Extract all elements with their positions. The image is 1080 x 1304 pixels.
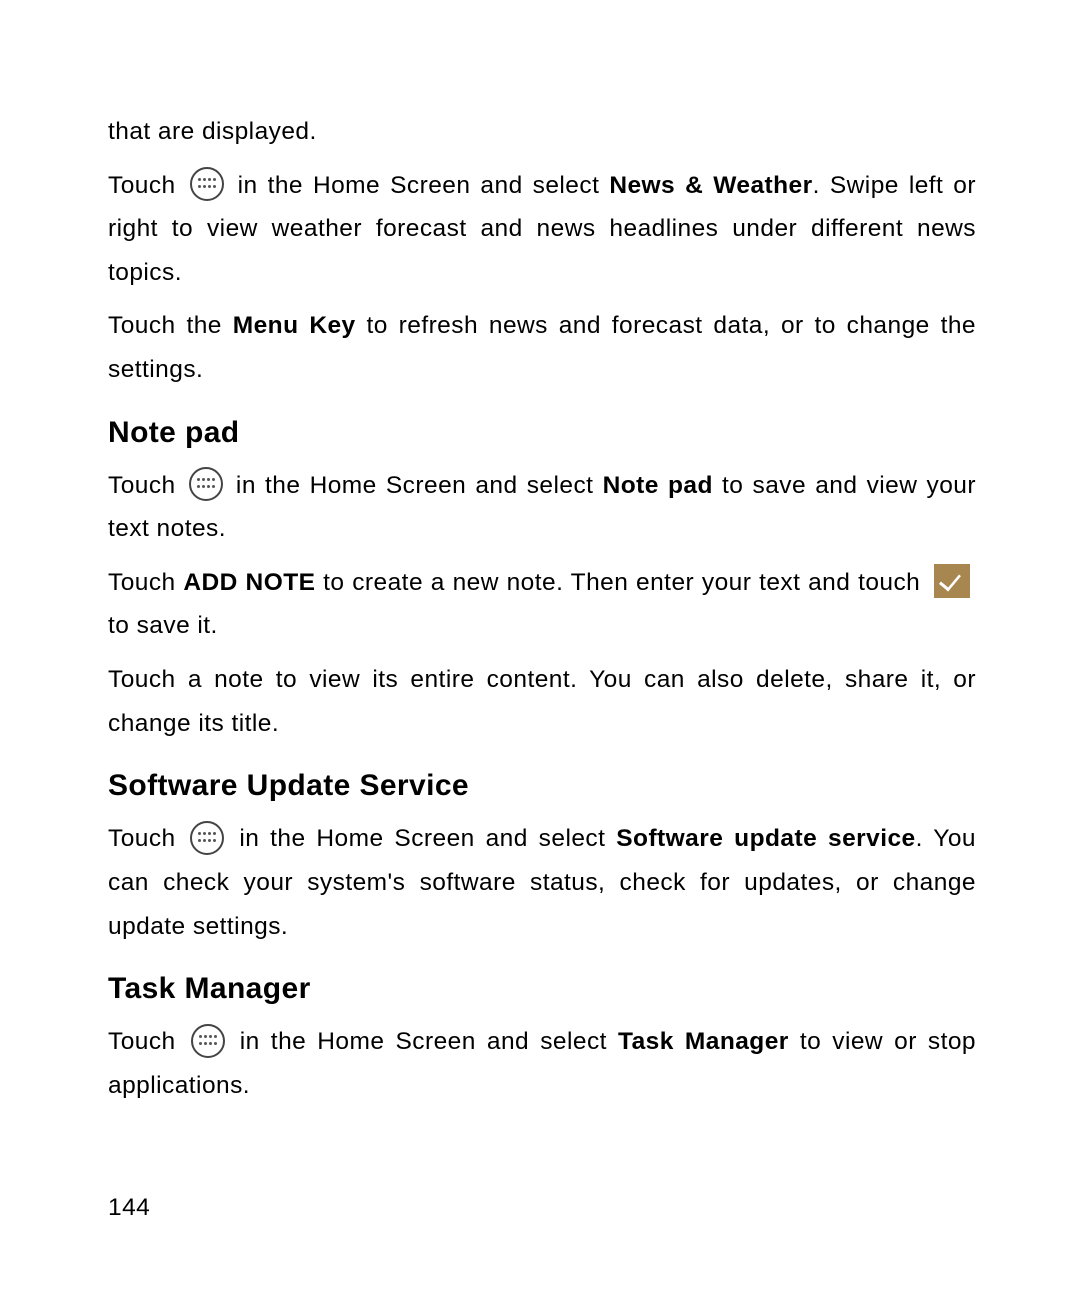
menu-key-label: Menu Key	[233, 312, 356, 339]
app-name-news-weather: News & Weather	[609, 172, 812, 199]
text-fragment: Touch	[108, 1028, 187, 1055]
heading-software-update: Software Update Service	[108, 769, 976, 803]
tm-paragraph-1: Touch in the Home Screen and select Task…	[108, 1020, 976, 1107]
sus-paragraph-1: Touch in the Home Screen and select Soft…	[108, 817, 976, 948]
text-fragment: Touch	[108, 569, 183, 596]
text-fragment: in the Home Screen and select	[228, 172, 610, 199]
notepad-paragraph-1: Touch in the Home Screen and select Note…	[108, 464, 976, 551]
apps-grid-icon	[190, 821, 224, 855]
text-fragment: in the Home Screen and select	[227, 472, 603, 499]
add-note-label: ADD NOTE	[183, 569, 315, 596]
app-name-task-manager: Task Manager	[618, 1028, 789, 1055]
text-fragment: to create a new note. Then enter your te…	[315, 569, 928, 596]
text-fragment: Touch	[108, 172, 186, 199]
heading-task-manager: Task Manager	[108, 972, 976, 1006]
app-name-notepad: Note pad	[603, 472, 713, 499]
heading-notepad: Note pad	[108, 416, 976, 450]
apps-grid-icon	[189, 467, 223, 501]
notepad-paragraph-3: Touch a note to view its entire content.…	[108, 658, 976, 745]
text-fragment: in the Home Screen and select	[228, 825, 616, 852]
text-fragment: to save it.	[108, 612, 218, 639]
text-fragment: in the Home Screen and select	[229, 1028, 618, 1055]
intro-paragraph-1: Touch in the Home Screen and select News…	[108, 164, 976, 295]
text-fragment: Touch	[108, 472, 185, 499]
intro-paragraph-2: Touch the Menu Key to refresh news and f…	[108, 304, 976, 391]
checkmark-save-icon	[934, 564, 970, 598]
text-fragment: Touch	[108, 825, 186, 852]
page-number: 144	[108, 1194, 150, 1222]
notepad-paragraph-2: Touch ADD NOTE to create a new note. The…	[108, 561, 976, 648]
intro-fragment: that are displayed.	[108, 110, 976, 154]
text-fragment: Touch the	[108, 312, 233, 339]
manual-page: that are displayed. Touch in the Home Sc…	[0, 0, 1080, 1304]
apps-grid-icon	[190, 167, 224, 201]
app-name-software-update: Software update service	[616, 825, 915, 852]
apps-grid-icon	[191, 1024, 225, 1058]
